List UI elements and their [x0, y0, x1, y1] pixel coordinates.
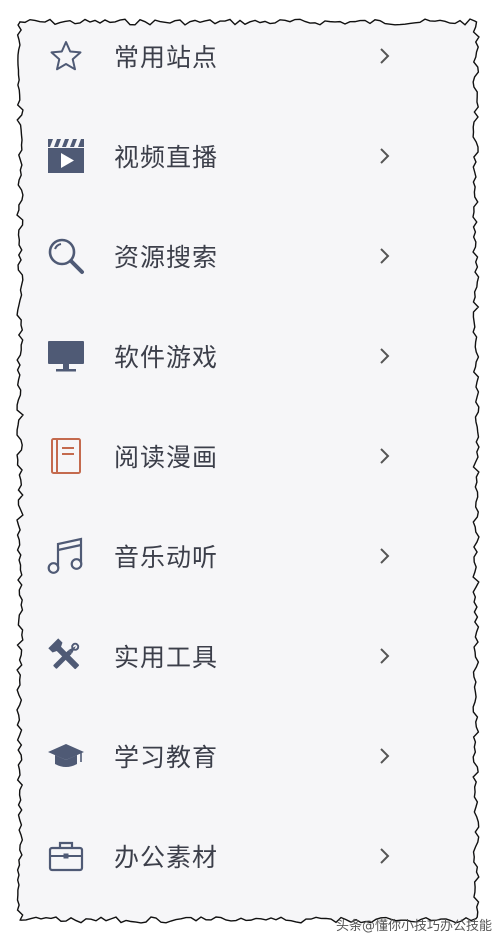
- watermark-text: 头条@懂你小技巧办公技能: [335, 919, 492, 934]
- music-note-icon: [46, 536, 86, 576]
- category-menu: 常用站点 视频直播 资源搜索 软件游戏 阅读漫画 音乐动听 实用工具 学习教育 …: [22, 6, 472, 906]
- menu-item-label: 资源搜索: [114, 243, 219, 272]
- chevron-right-icon: [380, 348, 390, 364]
- graduation-cap-icon: [46, 736, 86, 776]
- menu-item-label: 阅读漫画: [114, 443, 219, 472]
- chevron-right-icon: [380, 48, 390, 64]
- menu-item-label: 学习教育: [114, 743, 219, 772]
- briefcase-icon: [46, 836, 86, 876]
- menu-item-utility-tools[interactable]: 实用工具: [22, 606, 472, 706]
- menu-item-learning-education[interactable]: 学习教育: [22, 706, 472, 806]
- chevron-right-icon: [380, 248, 390, 264]
- search-icon: [46, 236, 86, 276]
- menu-item-label: 办公素材: [114, 843, 219, 872]
- menu-item-label: 视频直播: [114, 143, 219, 172]
- menu-item-office-materials[interactable]: 办公素材: [22, 806, 472, 906]
- chevron-right-icon: [380, 448, 390, 464]
- monitor-icon: [46, 336, 86, 376]
- video-clapper-icon: [46, 136, 86, 176]
- chevron-right-icon: [380, 548, 390, 564]
- tools-icon: [46, 636, 86, 676]
- chevron-right-icon: [380, 848, 390, 864]
- chevron-right-icon: [380, 648, 390, 664]
- menu-item-label: 实用工具: [114, 643, 219, 672]
- menu-item-label: 音乐动听: [114, 543, 219, 572]
- chevron-right-icon: [380, 148, 390, 164]
- menu-item-video-live[interactable]: 视频直播: [22, 106, 472, 206]
- menu-item-label: 常用站点: [114, 43, 219, 72]
- menu-panel: 常用站点 视频直播 资源搜索 软件游戏 阅读漫画 音乐动听 实用工具 学习教育 …: [0, 0, 502, 942]
- book-icon: [46, 436, 86, 476]
- menu-item-common-sites[interactable]: 常用站点: [22, 6, 472, 106]
- star-icon: [46, 36, 86, 76]
- menu-item-reading-comics[interactable]: 阅读漫画: [22, 406, 472, 506]
- menu-item-music[interactable]: 音乐动听: [22, 506, 472, 606]
- menu-item-resource-search[interactable]: 资源搜索: [22, 206, 472, 306]
- chevron-right-icon: [380, 748, 390, 764]
- menu-item-software-games[interactable]: 软件游戏: [22, 306, 472, 406]
- menu-item-label: 软件游戏: [114, 343, 219, 372]
